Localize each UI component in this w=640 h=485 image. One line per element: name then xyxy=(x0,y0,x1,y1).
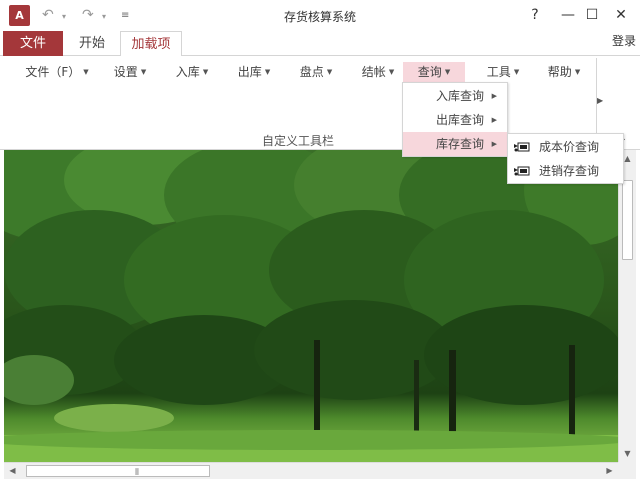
submenu-item-inventory-flow-query[interactable]: 进销存查询 xyxy=(508,159,623,183)
maximize-button[interactable]: ☐ xyxy=(580,4,604,26)
background-image xyxy=(4,150,618,462)
minimize-button[interactable]: — xyxy=(556,4,580,26)
customize-qat-icon[interactable]: ≡ xyxy=(121,10,129,21)
submenu-item-label: 进销存查询 xyxy=(539,164,600,178)
login-link[interactable]: 登录 xyxy=(612,31,636,51)
submenu-item-label: 成本价查询 xyxy=(539,140,600,154)
close-button[interactable]: ✕ xyxy=(609,4,633,26)
menu-inbound[interactable]: 入库 ▼ xyxy=(170,62,214,82)
logo-text: A xyxy=(15,9,24,22)
help-button[interactable]: ? xyxy=(523,4,547,26)
undo-icon[interactable]: ↶ xyxy=(42,6,54,24)
menu-stocktake-label: 盘点 xyxy=(299,65,324,79)
title-bar: A ↶ ▾ ↷ ▾ ≡ 存货核算系统 ? — ☐ ✕ xyxy=(0,0,640,31)
chevron-right-icon: ▶ xyxy=(491,116,497,124)
chevron-right-icon: ▶ xyxy=(491,92,497,100)
chevron-down-icon: ▼ xyxy=(444,68,451,76)
horizontal-scrollbar[interactable]: ◀ ⦀ ▶ xyxy=(4,462,618,479)
redo-icon[interactable]: ↷ xyxy=(82,6,94,24)
chevron-down-icon: ▼ xyxy=(83,68,89,76)
menu-outbound-label: 出库 xyxy=(237,65,262,79)
chevron-right-icon[interactable]: ▶ xyxy=(597,96,603,105)
undo-dropdown-icon[interactable]: ▾ xyxy=(62,12,66,21)
chevron-down-icon: ▼ xyxy=(513,68,520,76)
menu-settings-label: 设置 xyxy=(113,65,138,79)
tab-addins[interactable]: 加载项 xyxy=(120,31,182,57)
menu-stocktake[interactable]: 盘点 ▼ xyxy=(294,62,338,82)
macro-icon xyxy=(514,142,530,152)
menu-file[interactable]: 文件（F） ▼ xyxy=(24,62,90,82)
tab-home[interactable]: 开始 xyxy=(70,31,114,56)
submenu-item-cost-query[interactable]: 成本价查询 xyxy=(508,135,623,159)
scroll-left-icon[interactable]: ◀ xyxy=(4,463,21,479)
menu-closing[interactable]: 结帐 ▼ xyxy=(356,62,400,82)
menu-query-label: 查询 xyxy=(417,65,442,79)
menu-help-label: 帮助 xyxy=(547,65,572,79)
scroll-grip-icon: ⦀ xyxy=(135,468,139,478)
chevron-down-icon: ▼ xyxy=(574,68,581,76)
dropdown-item-outbound-query[interactable]: 出库查询 ▶ xyxy=(403,108,507,132)
chevron-down-icon: ▼ xyxy=(388,68,395,76)
menu-closing-label: 结帐 xyxy=(361,65,386,79)
chevron-right-icon: ▶ xyxy=(491,140,497,148)
macro-icon xyxy=(514,166,530,176)
forest-scene xyxy=(4,150,618,462)
query-dropdown-menu: 入库查询 ▶ 出库查询 ▶ 库存查询 ▶ xyxy=(402,82,508,157)
chevron-down-icon: ▼ xyxy=(140,68,147,76)
ribbon-tabs: 文件 开始 加载项 登录 xyxy=(0,31,640,57)
redo-dropdown-icon[interactable]: ▾ xyxy=(102,12,106,21)
menu-tools-label: 工具 xyxy=(486,65,511,79)
chevron-down-icon: ▼ xyxy=(202,68,209,76)
tab-file[interactable]: 文件 xyxy=(3,31,63,56)
vertical-scrollbar[interactable]: ▲ ▼ xyxy=(618,150,636,462)
horizontal-scroll-thumb[interactable]: ⦀ xyxy=(26,465,210,478)
chevron-down-icon: ▼ xyxy=(264,68,271,76)
dropdown-item-label: 入库查询 xyxy=(436,89,485,103)
menu-outbound[interactable]: 出库 ▼ xyxy=(232,62,276,82)
dropdown-item-label: 库存查询 xyxy=(436,137,485,151)
chevron-down-icon: ▼ xyxy=(326,68,333,76)
menu-query[interactable]: 查询 ▼ xyxy=(403,62,465,82)
menu-file-label: 文件（F） xyxy=(25,65,81,79)
menu-inbound-label: 入库 xyxy=(175,65,200,79)
menu-tools[interactable]: 工具 ▼ xyxy=(480,62,526,82)
access-logo-icon[interactable]: A xyxy=(9,5,30,26)
dropdown-item-label: 出库查询 xyxy=(436,113,485,127)
stock-query-submenu: 成本价查询 进销存查询 xyxy=(507,133,624,184)
scroll-down-icon[interactable]: ▼ xyxy=(619,445,636,462)
scrollbar-corner xyxy=(618,462,636,479)
scroll-right-icon[interactable]: ▶ xyxy=(601,463,618,479)
dropdown-item-inbound-query[interactable]: 入库查询 ▶ xyxy=(403,84,507,108)
menu-help[interactable]: 帮助 ▼ xyxy=(541,62,587,82)
menu-settings[interactable]: 设置 ▼ xyxy=(108,62,152,82)
dropdown-item-stock-query[interactable]: 库存查询 ▶ xyxy=(403,132,507,156)
vertical-scroll-thumb[interactable] xyxy=(622,180,633,260)
